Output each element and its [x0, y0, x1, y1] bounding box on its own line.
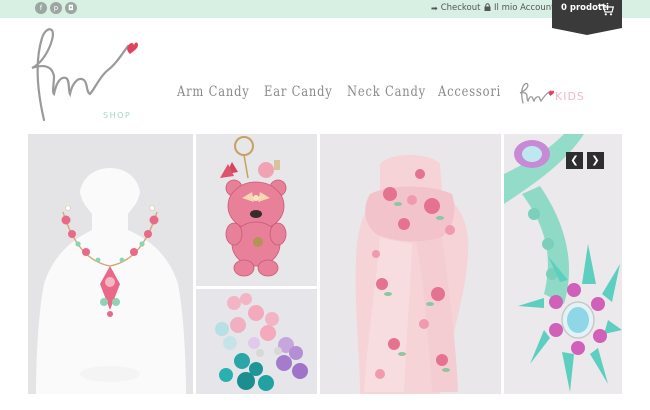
kids-logo: KIDS [519, 82, 585, 104]
slider-next-button[interactable]: ❯ [587, 152, 604, 169]
shopping-cart-icon [600, 1, 615, 20]
account-link[interactable]: Il mio Account [484, 3, 554, 13]
slide-pearl-earrings-image[interactable] [196, 289, 317, 394]
product-slider[interactable] [28, 134, 622, 394]
social-links: f p ◘ [35, 2, 77, 14]
logo-monogram [31, 28, 138, 122]
slide-jeweled-bracelet-image[interactable] [504, 134, 622, 394]
lock-icon [484, 3, 491, 13]
slide-necklace-image[interactable] [28, 134, 193, 394]
slider-prev-button[interactable]: ❮ [566, 152, 583, 169]
facebook-icon[interactable]: f [35, 2, 47, 14]
nav-accessori[interactable]: Accessori [438, 84, 501, 100]
nav-ear-candy[interactable]: Ear Candy [264, 84, 333, 100]
nav-neck-candy[interactable]: Neck Candy [347, 84, 426, 100]
nav-kids[interactable]: KIDS [519, 81, 593, 105]
logo-shop-label: SHOP [103, 111, 132, 120]
cart-button[interactable]: 0 prodotti [552, 0, 622, 35]
arrow-right-icon: ➡ [431, 3, 438, 13]
checkout-label: Checkout [440, 3, 481, 13]
page: f p ◘ ➡ Checkout Il mio Account 0 prodot… [0, 0, 650, 410]
checkout-link[interactable]: ➡ Checkout [431, 3, 480, 13]
slide-bear-keychain-image[interactable] [196, 134, 317, 286]
instagram-icon[interactable]: ◘ [65, 2, 77, 14]
kids-label: KIDS [555, 90, 585, 103]
slide-floral-scarf-image[interactable] [320, 134, 501, 394]
site-logo[interactable]: SHOP [30, 24, 142, 124]
heart-icon [127, 42, 138, 54]
nav-arm-candy[interactable]: Arm Candy [177, 84, 250, 100]
pinterest-icon[interactable]: p [50, 2, 62, 14]
account-label: Il mio Account [494, 3, 555, 13]
